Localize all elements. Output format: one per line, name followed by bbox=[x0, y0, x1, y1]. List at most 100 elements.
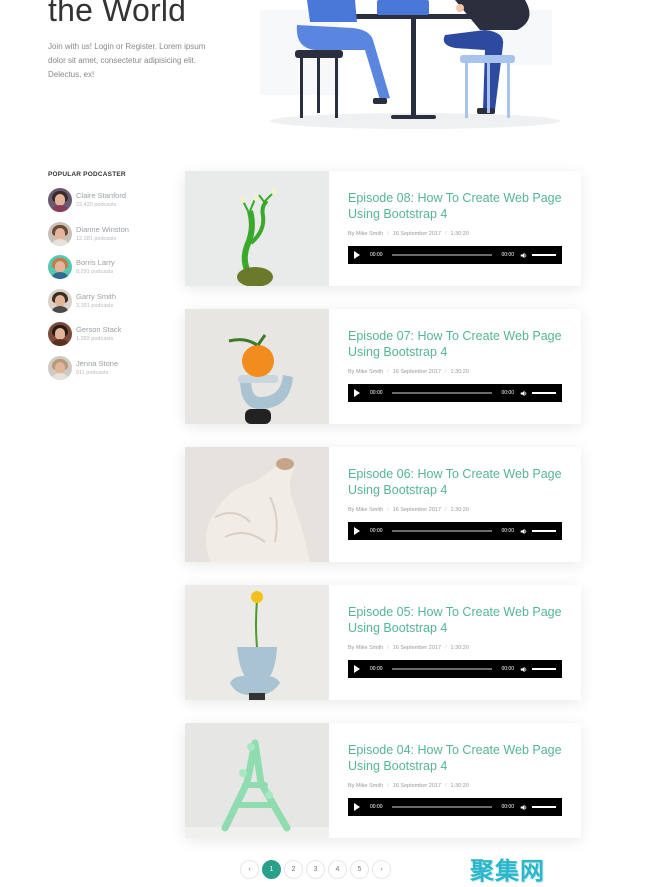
play-icon[interactable] bbox=[354, 527, 360, 535]
progress-track[interactable] bbox=[391, 668, 493, 670]
podcaster-name: Jenna Stone bbox=[76, 358, 119, 368]
current-time: 00:00 bbox=[370, 666, 383, 672]
episode-card: Episode 04: How To Create Web Page Using… bbox=[185, 723, 581, 838]
episode-duration: 1:30:20 bbox=[450, 783, 469, 789]
play-icon[interactable] bbox=[354, 389, 360, 397]
episode-meta: By Mike Smith/16 September 2017/1:30:20 bbox=[348, 645, 469, 651]
total-time: 00:00 bbox=[501, 666, 514, 672]
current-time: 00:00 bbox=[370, 252, 383, 258]
next-page-button[interactable]: › bbox=[372, 860, 391, 879]
progress-track[interactable] bbox=[391, 254, 493, 256]
episode-card: Episode 06: How To Create Web Page Using… bbox=[185, 447, 581, 562]
episode-duration: 1:30:20 bbox=[450, 369, 469, 375]
popular-podcaster-heading: POPULAR PODCASTER bbox=[48, 171, 126, 178]
episode-duration: 1:30:20 bbox=[450, 507, 469, 513]
plant-sculpture-image[interactable] bbox=[185, 171, 329, 286]
page-button-1[interactable]: 1 bbox=[262, 860, 281, 879]
episode-card: Episode 05: How To Create Web Page Using… bbox=[185, 585, 581, 700]
avatar bbox=[48, 255, 72, 280]
play-icon[interactable] bbox=[354, 665, 360, 673]
podcaster-name: Garry Smith bbox=[76, 291, 117, 301]
avatar bbox=[48, 355, 72, 380]
episode-title[interactable]: Episode 04: How To Create Web Page Using… bbox=[348, 742, 568, 774]
orange-sculpture-image[interactable] bbox=[185, 309, 329, 424]
page-button-3[interactable]: 3 bbox=[306, 860, 325, 879]
episode-card: Episode 07: How To Create Web Page Using… bbox=[185, 309, 581, 424]
audio-player: 00:00 00:00 bbox=[348, 246, 562, 264]
volume-slider[interactable] bbox=[532, 530, 556, 532]
podcaster-name: Dianne Winston bbox=[76, 224, 129, 234]
volume-slider[interactable] bbox=[532, 806, 556, 808]
episode-date: 16 September 2017 bbox=[392, 645, 442, 651]
episode-date: 16 September 2017 bbox=[392, 783, 442, 789]
progress-track[interactable] bbox=[391, 806, 493, 808]
episode-date: 16 September 2017 bbox=[392, 231, 442, 237]
episode-title[interactable]: Episode 07: How To Create Web Page Using… bbox=[348, 328, 568, 360]
podcaster-name: Claire Stanford bbox=[76, 191, 127, 200]
current-time: 00:00 bbox=[370, 390, 383, 396]
avatar bbox=[48, 188, 72, 212]
current-time: 00:00 bbox=[370, 804, 383, 810]
page-button-4[interactable]: 4 bbox=[328, 860, 347, 879]
total-time: 00:00 bbox=[501, 252, 514, 258]
episode-author: By Mike Smith bbox=[348, 783, 384, 789]
watermark-logo: 聚集网 bbox=[470, 857, 545, 885]
total-time: 00:00 bbox=[501, 390, 514, 396]
podcaster-item[interactable]: Borris Larry 8,291 podcasts bbox=[48, 255, 129, 280]
total-time: 00:00 bbox=[501, 528, 514, 534]
episode-duration: 1:30:20 bbox=[450, 645, 469, 651]
page-button-2[interactable]: 2 bbox=[284, 860, 303, 879]
page-button-5[interactable]: 5 bbox=[350, 860, 369, 879]
podcaster-count: 911 podcasts bbox=[76, 369, 109, 376]
play-icon[interactable] bbox=[354, 251, 360, 259]
episode-title[interactable]: Episode 06: How To Create Web Page Using… bbox=[348, 466, 568, 498]
episode-meta: By Mike Smith/16 September 2017/1:30:20 bbox=[348, 231, 469, 237]
audio-player: 00:00 00:00 bbox=[348, 384, 562, 402]
episode-date: 16 September 2017 bbox=[392, 507, 442, 513]
podcaster-count: 1,392 podcasts bbox=[76, 336, 114, 343]
episode-meta: By Mike Smith/16 September 2017/1:30:20 bbox=[348, 507, 469, 513]
audio-player: 00:00 00:00 bbox=[348, 660, 562, 678]
podcaster-count: 8,291 podcasts bbox=[76, 269, 114, 276]
podcaster-count: 22,420 podcasts bbox=[76, 202, 117, 208]
green-tower-image[interactable] bbox=[185, 723, 329, 838]
volume-slider[interactable] bbox=[532, 392, 556, 394]
volume-icon[interactable] bbox=[520, 528, 527, 535]
podcaster-item[interactable]: Claire Stanford 22,420 podcasts bbox=[48, 188, 129, 212]
audio-player: 00:00 00:00 bbox=[348, 522, 562, 540]
podcaster-item[interactable]: Dianne Winston 12,381 podcasts bbox=[48, 221, 129, 246]
episode-title[interactable]: Episode 05: How To Create Web Page Using… bbox=[348, 604, 568, 636]
volume-slider[interactable] bbox=[532, 668, 556, 670]
sweater-sculpture-image[interactable] bbox=[185, 447, 329, 562]
prev-page-button[interactable]: ‹ bbox=[240, 860, 259, 879]
avatar bbox=[48, 221, 72, 246]
episode-author: By Mike Smith bbox=[348, 645, 384, 651]
hero-title: the World bbox=[48, 0, 187, 28]
podcaster-list: Claire Stanford 22,420 podcasts Dianne W… bbox=[48, 188, 129, 390]
play-icon[interactable] bbox=[354, 803, 360, 811]
podcaster-name: Borris Larry bbox=[76, 258, 115, 268]
progress-track[interactable] bbox=[391, 530, 493, 532]
podcaster-name: Gerson Stack bbox=[76, 325, 122, 335]
current-time: 00:00 bbox=[370, 528, 383, 534]
volume-icon[interactable] bbox=[520, 804, 527, 811]
podcaster-count: 12,381 podcasts bbox=[76, 235, 117, 242]
volume-icon[interactable] bbox=[520, 390, 527, 397]
podcaster-item[interactable]: Garry Smith 3,391 podcasts bbox=[48, 288, 129, 313]
audio-player: 00:00 00:00 bbox=[348, 798, 562, 816]
progress-track[interactable] bbox=[391, 392, 493, 394]
podcaster-item[interactable]: Jenna Stone 911 podcasts bbox=[48, 355, 129, 380]
podcast-people-illustration bbox=[260, 0, 560, 129]
hero-description: Join with us! Login or Register. Lorem i… bbox=[48, 42, 206, 79]
flower-vase-image[interactable] bbox=[185, 585, 329, 700]
episode-card: Episode 08: How To Create Web Page Using… bbox=[185, 171, 581, 286]
episode-title[interactable]: Episode 08: How To Create Web Page Using… bbox=[348, 190, 568, 222]
podcaster-item[interactable]: Gerson Stack 1,392 podcasts bbox=[48, 322, 129, 347]
episode-meta: By Mike Smith/16 September 2017/1:30:20 bbox=[348, 369, 469, 375]
volume-icon[interactable] bbox=[520, 666, 527, 673]
volume-slider[interactable] bbox=[532, 254, 556, 256]
total-time: 00:00 bbox=[501, 804, 514, 810]
volume-icon[interactable] bbox=[520, 252, 527, 259]
avatar bbox=[48, 322, 72, 347]
episode-date: 16 September 2017 bbox=[392, 369, 442, 375]
